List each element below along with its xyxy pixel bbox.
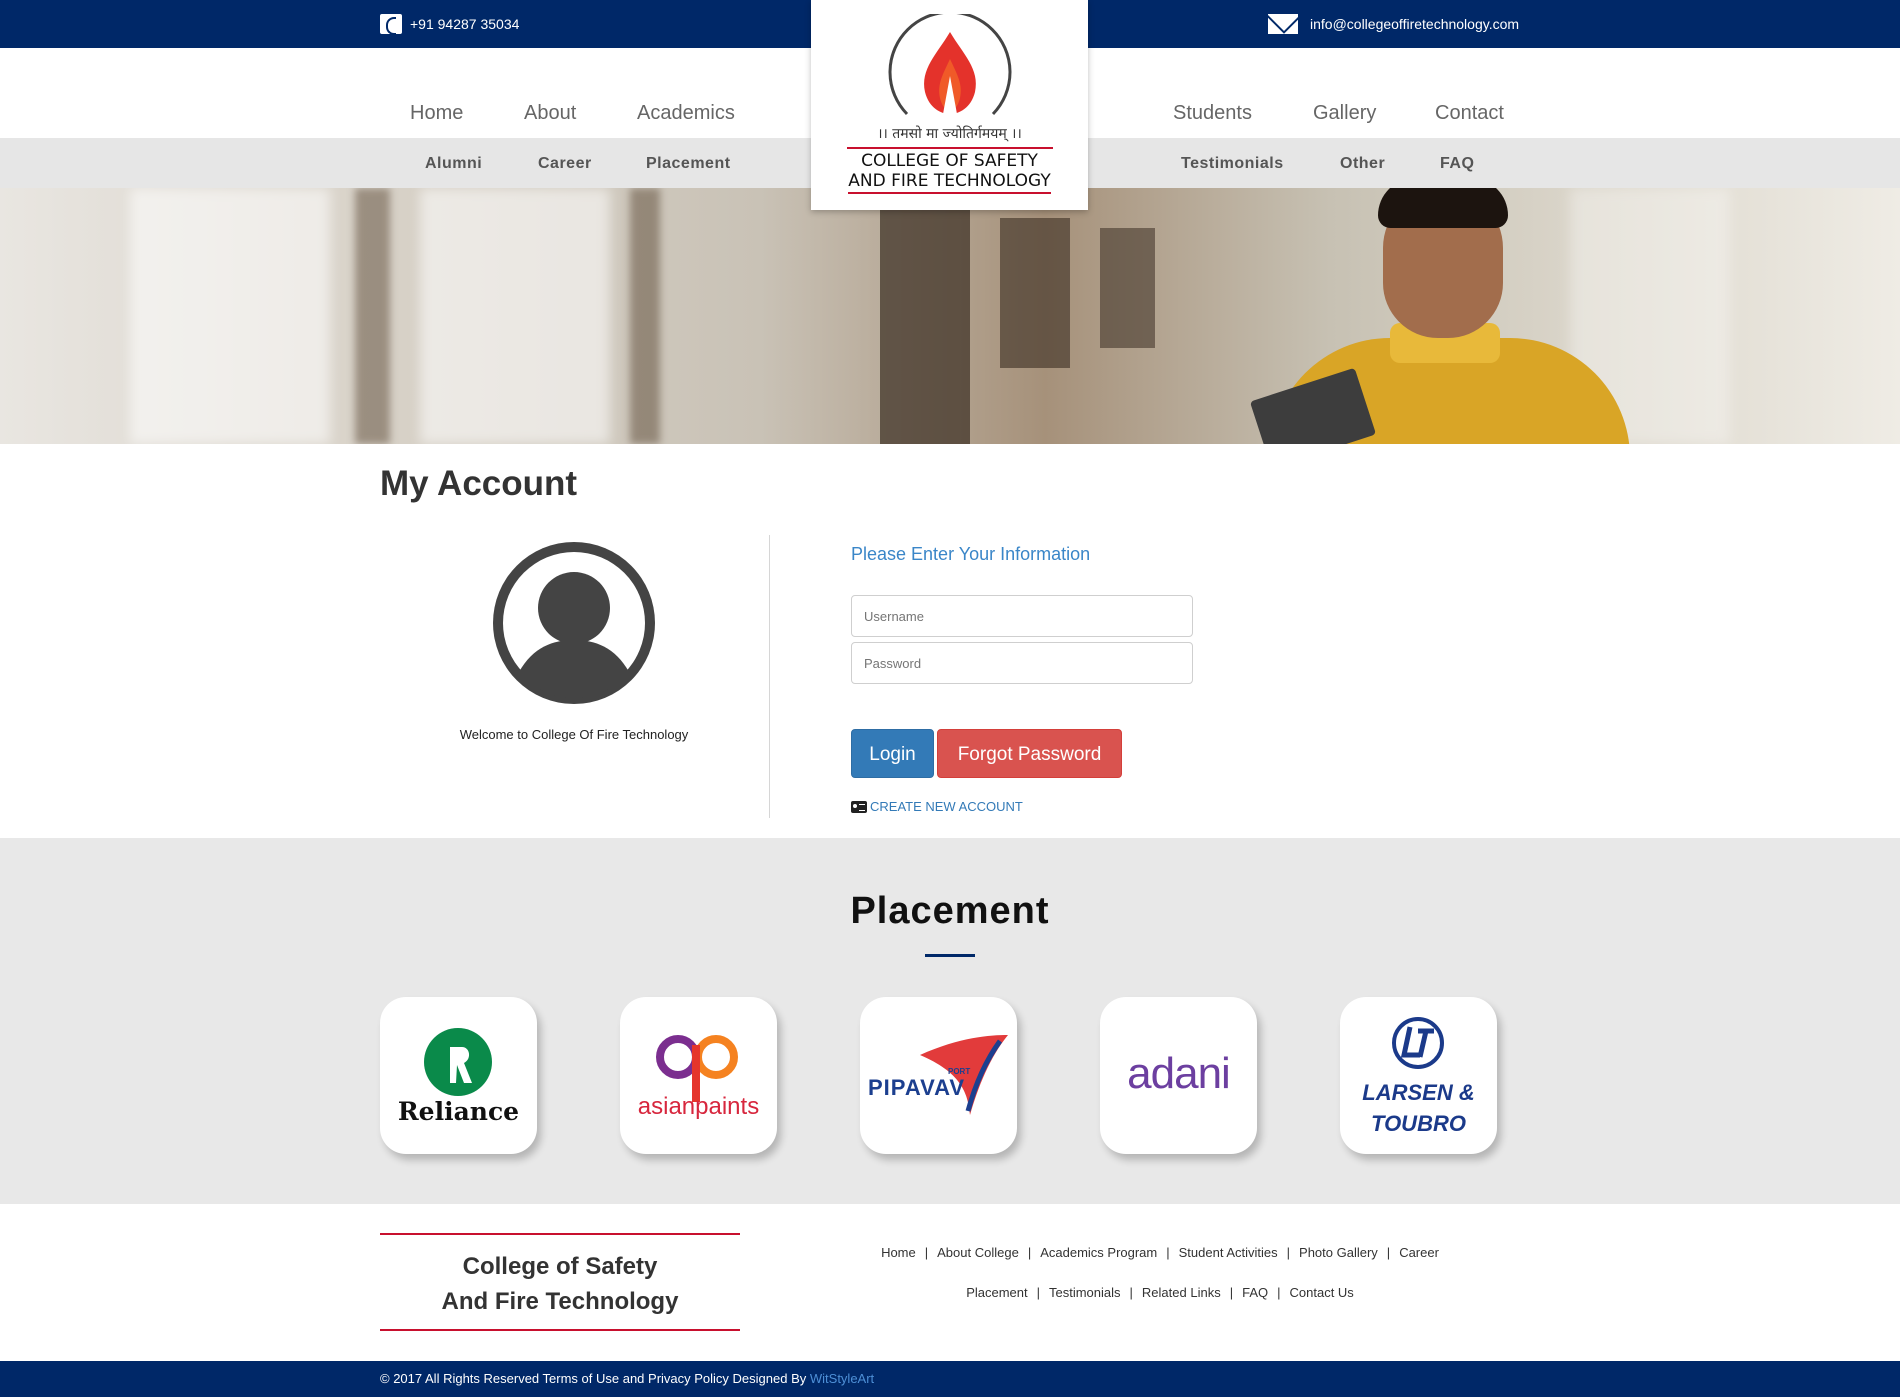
footer-brand-line2: And Fire Technology: [441, 1288, 679, 1315]
mail-icon: [1268, 14, 1298, 34]
footer-links-row1: Home | About College | Academics Program | Stu…: [790, 1245, 1530, 1260]
footer-brand: College of Safety And Fire Technology: [380, 1233, 740, 1331]
placement-underline: [925, 954, 975, 957]
lt-wordmark-line2: TOUBRO: [1371, 1111, 1466, 1136]
footer-link-academics-program[interactable]: Academics Program: [1040, 1245, 1157, 1260]
designer-link[interactable]: WitStyleArt: [810, 1371, 874, 1386]
email-contact[interactable]: info@collegeoffiretechnology.com: [1268, 14, 1519, 34]
nav-gallery[interactable]: Gallery: [1313, 102, 1376, 125]
company-card-reliance[interactable]: Reliance: [380, 997, 537, 1154]
lt-wordmark-line1: LARSEN &: [1362, 1080, 1475, 1105]
footer-link-placement[interactable]: Placement: [966, 1285, 1027, 1300]
form-heading: Please Enter Your Information: [851, 544, 1091, 564]
logo-name-line1: COLLEGE OF SAFETY: [861, 151, 1038, 171]
company-card-larsen-toubro[interactable]: LARSEN & TOUBRO: [1340, 997, 1497, 1154]
adani-wordmark: adani: [1127, 1049, 1231, 1098]
logo-motto: ।। तमसो मा ज्योतिर्गमयम् ।।: [877, 126, 1022, 142]
company-card-pipavav[interactable]: PIPAVAV PORT: [860, 997, 1017, 1154]
nav-home[interactable]: Home: [410, 102, 463, 125]
copyright-bar: © 2017 All Rights Reserved Terms of Use …: [0, 1361, 1900, 1397]
id-card-icon: [851, 800, 867, 813]
hero-banner: [0, 188, 1900, 444]
footer-links-row2: Placement | Testimonials | Related Links | FAQ…: [790, 1285, 1530, 1300]
footer-separator: |: [1229, 1285, 1234, 1300]
subnav-faq[interactable]: FAQ: [1440, 155, 1474, 173]
footer-link-student-activities[interactable]: Student Activities: [1179, 1245, 1278, 1260]
phone-contact[interactable]: +91 94287 35034: [380, 14, 520, 35]
lt-wordmark: LARSEN & TOUBRO: [1340, 1077, 1497, 1139]
username-input[interactable]: [851, 595, 1193, 637]
subnav-testimonials[interactable]: Testimonials: [1181, 155, 1284, 173]
asianpaints-wordmark: asianpaints: [637, 1093, 760, 1120]
banner-window: [420, 188, 610, 444]
footer-separator: |: [1027, 1245, 1032, 1260]
email-address: info@collegeoffiretechnology.com: [1310, 16, 1520, 32]
vertical-divider: [769, 535, 770, 818]
footer-separator: |: [1036, 1285, 1040, 1300]
footer-link-contact-us[interactable]: Contact Us: [1290, 1285, 1354, 1300]
pipavav-wordmark: PIPAVAV: [868, 1075, 966, 1100]
reliance-logo-icon: [424, 1028, 492, 1096]
footer-link-faq[interactable]: FAQ: [1242, 1285, 1268, 1300]
logo-name-line2: AND FIRE TECHNOLOGY: [848, 171, 1051, 194]
page: +91 94287 35034 info@collegeoffiretechno…: [0, 0, 1900, 1397]
banner-picture-frame: [880, 208, 970, 444]
logo-rule: [846, 147, 1053, 149]
footer-link-about-college[interactable]: About College: [937, 1245, 1019, 1260]
page-title: My Account: [380, 464, 578, 503]
copyright-text: © 2017 All Rights Reserved Terms of Use …: [380, 1371, 874, 1386]
footer-separator: |: [1277, 1285, 1281, 1300]
footer-separator: |: [1286, 1245, 1291, 1260]
subnav-career[interactable]: Career: [538, 155, 592, 173]
create-account-link[interactable]: CREATE NEW ACCOUNT: [851, 799, 1023, 814]
banner-window: [130, 188, 330, 444]
company-card-asianpaints[interactable]: asianpaints: [620, 997, 777, 1154]
footer-separator: |: [1166, 1245, 1170, 1260]
banner-person-hair: [1378, 188, 1508, 228]
flame-emblem-icon: [888, 14, 1011, 116]
company-card-adani[interactable]: adani: [1100, 997, 1257, 1154]
create-account-label: CREATE NEW ACCOUNT: [870, 799, 1023, 814]
nav-about[interactable]: About: [524, 102, 576, 125]
footer-link-home[interactable]: Home: [881, 1245, 916, 1260]
nav-academics[interactable]: Academics: [637, 102, 735, 125]
footer-separator: |: [1129, 1285, 1133, 1300]
phone-icon: [380, 14, 402, 35]
subnav-placement[interactable]: Placement: [646, 155, 731, 173]
footer-link-photo-gallery[interactable]: Photo Gallery: [1299, 1245, 1378, 1260]
nav-students[interactable]: Students: [1173, 102, 1252, 125]
banner-picture-frame: [1100, 228, 1155, 348]
reliance-wordmark: Reliance: [397, 1097, 520, 1126]
login-button[interactable]: Login: [851, 729, 934, 778]
subnav-alumni[interactable]: Alumni: [425, 155, 482, 173]
footer-brand-line1: College of Safety: [462, 1253, 658, 1280]
copyright-label: © 2017 All Rights Reserved Terms of Use …: [380, 1371, 810, 1386]
subnav-other[interactable]: Other: [1340, 155, 1385, 173]
asianpaints-logo-icon: [656, 1035, 738, 1102]
footer-separator: |: [1386, 1245, 1391, 1260]
phone-number: +91 94287 35034: [410, 16, 520, 32]
college-logo[interactable]: ।। तमसो मा ज्योतिर्गमयम् ।। COLLEGE OF S…: [811, 0, 1088, 210]
banner-window-bar: [355, 188, 390, 444]
placement-title: Placement: [850, 890, 1050, 932]
banner-picture-frame: [1000, 218, 1070, 368]
welcome-text: Welcome to College Of Fire Technology: [459, 727, 689, 742]
placement-section: Placement Reliance asianpaints PIPAVAV P…: [0, 838, 1900, 1204]
footer-separator: |: [924, 1245, 929, 1260]
user-avatar-icon: [493, 542, 655, 704]
nav-contact[interactable]: Contact: [1435, 102, 1504, 125]
footer-link-career[interactable]: Career: [1399, 1245, 1439, 1260]
pipavav-port-label: PORT: [948, 1067, 971, 1076]
footer-link-related-links[interactable]: Related Links: [1142, 1285, 1221, 1300]
footer-link-testimonials[interactable]: Testimonials: [1049, 1285, 1121, 1300]
forgot-password-button[interactable]: Forgot Password: [937, 729, 1122, 778]
banner-window-bar: [630, 188, 660, 444]
password-input[interactable]: [851, 642, 1193, 684]
